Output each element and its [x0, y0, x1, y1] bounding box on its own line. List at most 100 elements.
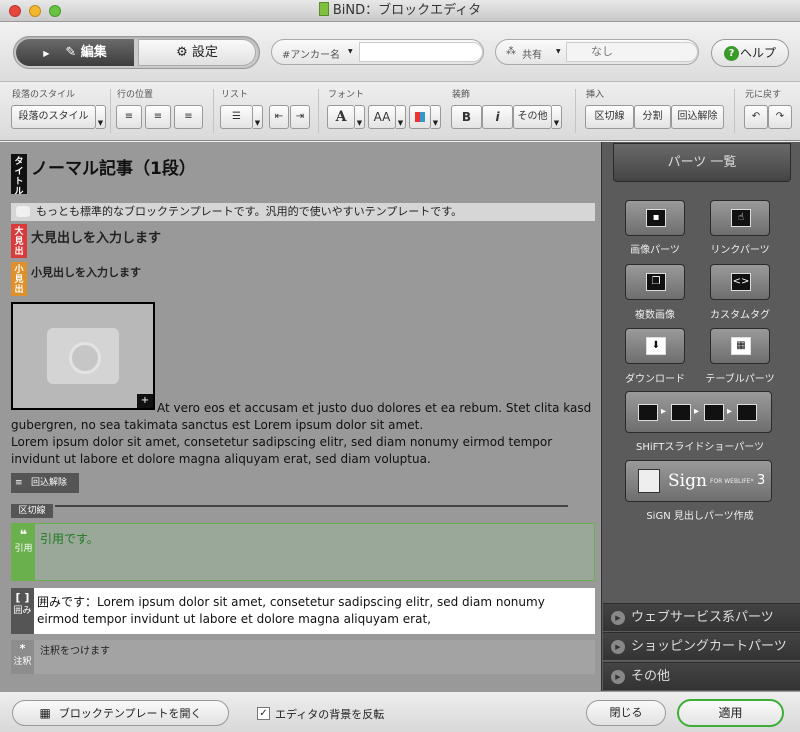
image-placeholder[interactable]: +: [11, 302, 155, 410]
note-block[interactable]: * 注釈 注釈をつけます: [11, 640, 595, 674]
table-parts-button[interactable]: ▦: [710, 328, 770, 364]
heading-small[interactable]: 小見出しを入力します: [31, 264, 141, 280]
divider: [318, 89, 319, 133]
undo-button[interactable]: ↶: [744, 105, 768, 129]
apply-button[interactable]: 適用: [677, 699, 784, 727]
slideshow-parts-button[interactable]: ▸ ▸ ▸: [625, 391, 772, 433]
zoom-window-button[interactable]: [49, 5, 61, 17]
slideshow-label: SHiFTスライドショーパーツ: [635, 442, 765, 453]
play-icon: ▶: [43, 49, 50, 58]
invert-bg-checkbox[interactable]: ✓: [257, 707, 270, 720]
download-button[interactable]: ⬇: [625, 328, 685, 364]
custom-tag-button[interactable]: <>: [710, 264, 770, 300]
format-toolbar: 段落のスタイル 段落のスタイル ▼ 行の位置 ≡ ≡ ≡ リスト ☰ ▼ ⇤ ⇥…: [0, 83, 800, 141]
bottom-bar: ▦ ブロックテンプレートを開く ✓ エディタの背景を反転 閉じる 適用: [0, 691, 800, 732]
quote-tag: ❝ 引用: [12, 524, 35, 580]
close-button[interactable]: 閉じる: [586, 700, 666, 726]
expand-icon: ▶: [611, 640, 625, 654]
clear-wrap-button[interactable]: 回込解除: [671, 105, 724, 129]
comment-icon: [16, 206, 30, 217]
lead-text[interactable]: もっとも標準的なブロックテンプレートです。汎用的で使いやすいテンプレートです。: [11, 203, 595, 221]
parts-list-header[interactable]: パーツ 一覧: [613, 143, 791, 182]
multi-image-button[interactable]: ❐: [625, 264, 685, 300]
edit-mode-button[interactable]: ▶ ✎ 編集: [16, 39, 134, 66]
group-label-font: フォント: [328, 90, 365, 100]
clear-wrap-icon: ≡: [15, 478, 23, 488]
open-template-button[interactable]: ▦ ブロックテンプレートを開く: [12, 700, 229, 726]
close-window-button[interactable]: [9, 5, 21, 17]
sign-heading-button[interactable]: Sign FOR WEBLIFE* 3: [625, 460, 772, 502]
font-size-button[interactable]: AA: [368, 105, 396, 129]
sign-label: SiGN 見出しパーツ作成: [646, 511, 754, 522]
h3-tag: 小見出: [11, 262, 27, 296]
para-style-dropdown[interactable]: ▼: [96, 105, 106, 129]
para-style-select[interactable]: 段落のスタイル: [11, 105, 96, 129]
list-button[interactable]: ☰: [220, 105, 253, 129]
share-field[interactable]: ⁂ 共有 ▼ なし: [495, 39, 699, 65]
redo-button[interactable]: ↷: [768, 105, 792, 129]
image-add-icon[interactable]: +: [137, 394, 153, 408]
indent-button[interactable]: ⇥: [290, 105, 310, 129]
body-text-line[interactable]: gubergren, no sea takimata sanctus est L…: [11, 417, 595, 434]
clear-wrap-label: 回込解除: [31, 478, 68, 488]
group-label-undo: 元に戻す: [745, 90, 782, 100]
image-parts-button[interactable]: ▪: [625, 200, 685, 236]
note-text: 注釈をつけます: [40, 646, 110, 657]
font-size-dropdown[interactable]: ▼: [396, 105, 406, 129]
link-parts-button[interactable]: ☝: [710, 200, 770, 236]
other-decoration-button[interactable]: その他: [513, 105, 552, 129]
article-title[interactable]: ノーマル記事（1段）: [31, 154, 196, 179]
image-icon: ▪: [646, 209, 666, 227]
divider-line[interactable]: [55, 505, 568, 507]
body-text-line[interactable]: At vero eos et accusam et justo duo dolo…: [157, 400, 597, 417]
anchor-name-field[interactable]: #アンカー名 ▼: [271, 39, 484, 65]
group-label-para-style: 段落のスタイル: [12, 90, 76, 100]
align-center-button[interactable]: ≡: [145, 105, 171, 129]
window-title: BiND：ブロックエディタ: [332, 3, 482, 18]
heading-large[interactable]: 大見出しを入力します: [31, 227, 161, 246]
font-face-button[interactable]: A: [327, 105, 355, 129]
group-label-line-pos: 行の位置: [117, 90, 154, 100]
body-text-line[interactable]: invidunt ut labore et dolore magna aliqu…: [11, 451, 595, 468]
bold-button[interactable]: B: [451, 105, 482, 129]
font-color-button[interactable]: [409, 105, 431, 129]
group-label-insert: 挿入: [586, 90, 605, 100]
settings-mode-button[interactable]: ⚙ 設定: [138, 39, 256, 66]
font-color-dropdown[interactable]: ▼: [431, 105, 441, 129]
other-parts-section[interactable]: ▶ その他: [603, 662, 800, 690]
web-service-parts-section[interactable]: ▶ ウェブサービス系パーツ: [603, 603, 800, 631]
color-swatch-icon: [415, 112, 425, 122]
anchor-input[interactable]: [359, 42, 483, 62]
share-dropdown-icon[interactable]: ▼: [556, 48, 561, 55]
web-service-parts-label: ウェブサービス系パーツ: [631, 610, 774, 625]
insert-divider-button[interactable]: 区切線: [585, 105, 634, 129]
cart-parts-section[interactable]: ▶ ショッピングカートパーツ: [603, 632, 800, 660]
open-template-label: ブロックテンプレートを開く: [58, 707, 202, 720]
list-dropdown[interactable]: ▼: [253, 105, 263, 129]
group-label-list: リスト: [221, 90, 249, 100]
outdent-button[interactable]: ⇤: [269, 105, 289, 129]
box-text-line: eirmod tempor invidunt ut labore et dolo…: [37, 612, 431, 626]
anchor-dropdown-icon[interactable]: ▼: [348, 48, 353, 55]
link-parts-label: リンクパーツ: [710, 245, 770, 256]
minimize-window-button[interactable]: [29, 5, 41, 17]
align-left-button[interactable]: ≡: [116, 105, 142, 129]
help-button[interactable]: ? ヘルプ: [711, 39, 789, 67]
font-face-dropdown[interactable]: ▼: [355, 105, 365, 129]
table-parts-label: テーブルパーツ: [705, 374, 775, 385]
table-icon: ▦: [731, 337, 751, 355]
title-bar: BiND：ブロックエディタ: [0, 0, 800, 22]
other-decoration-dropdown[interactable]: ▼: [552, 105, 562, 129]
multi-image-label: 複数画像: [635, 310, 675, 321]
box-block[interactable]: [ ] 囲み 囲みです：Lorem ipsum dolor sit amet, c…: [11, 588, 595, 634]
body-text-line[interactable]: Lorem ipsum dolor sit amet, consetetur s…: [11, 434, 595, 451]
align-right-button[interactable]: ≡: [174, 105, 203, 129]
note-tag-label: 注釈: [13, 657, 32, 667]
quote-tag-label: 引用: [14, 544, 33, 554]
clear-wrap-marker[interactable]: ≡ 回込解除: [11, 473, 79, 493]
anchor-label: #アンカー名: [282, 50, 340, 61]
quote-block[interactable]: ❝ 引用 引用です。: [11, 523, 595, 581]
split-button[interactable]: 分割: [634, 105, 671, 129]
italic-button[interactable]: i: [482, 105, 513, 129]
share-select[interactable]: なし: [566, 42, 698, 62]
